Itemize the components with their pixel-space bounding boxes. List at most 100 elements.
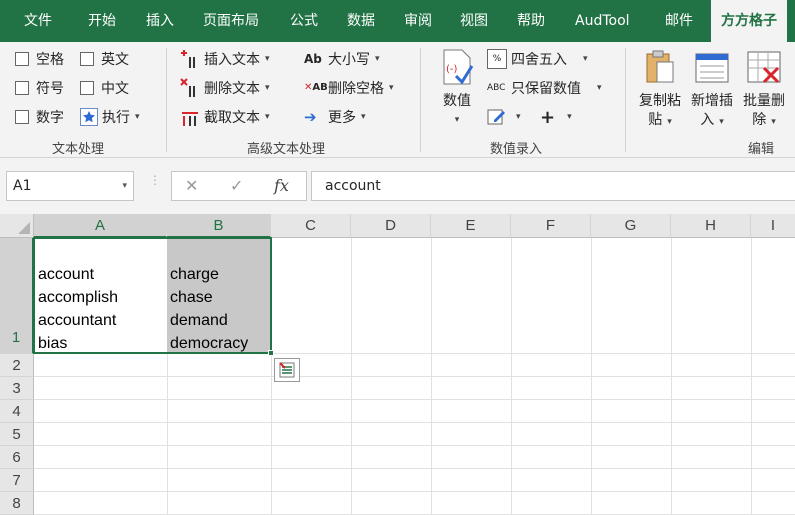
chevron-down-icon[interactable]: ▾ xyxy=(122,172,127,200)
name-box-value: A1 xyxy=(13,178,32,194)
tab-home[interactable]: 开始 xyxy=(88,0,116,42)
keep-numbers-label: 只保留数值 xyxy=(511,81,581,97)
execute-button[interactable]: 执行 ▾ xyxy=(80,105,140,129)
case-label: 大小写 xyxy=(328,52,370,68)
batch-delete-icon xyxy=(747,51,781,84)
execute-label: 执行 xyxy=(102,110,130,126)
gridline xyxy=(34,353,795,354)
edit-note-button[interactable]: ▾ xyxy=(487,105,521,129)
chevron-down-icon: ▾ xyxy=(771,117,776,127)
round-icon: % xyxy=(487,49,507,69)
tab-data[interactable]: 数据 xyxy=(347,0,375,42)
chevron-down-icon: ▾ xyxy=(583,54,588,64)
more-button[interactable]: ➔ 更多 ▾ xyxy=(304,105,366,129)
cell-b1-line: chase xyxy=(170,289,213,306)
insert-new-label-2: 入 xyxy=(700,112,715,128)
group-label-text-processing: 文本处理 xyxy=(52,142,105,157)
column-header-i[interactable]: I xyxy=(751,214,795,238)
insert-function-icon[interactable]: fx xyxy=(274,176,289,195)
enter-icon[interactable]: ✓ xyxy=(230,176,243,195)
numeric-value-button[interactable]: (-) 数值 ▾ xyxy=(438,48,476,130)
checkbox-space-label: 空格 xyxy=(36,52,64,68)
tab-review[interactable]: 审阅 xyxy=(404,0,432,42)
row-header-5[interactable]: 5 xyxy=(0,423,34,446)
row-header-2[interactable]: 2 xyxy=(0,354,34,377)
row-header-4[interactable]: 4 xyxy=(0,400,34,423)
name-box[interactable]: A1 ▾ xyxy=(6,171,134,201)
insert-text-button[interactable]: 插入文本 ▾ xyxy=(180,47,270,71)
insert-new-button[interactable]: 新增插 入 ▾ xyxy=(688,48,736,132)
tab-formulas[interactable]: 公式 xyxy=(290,0,318,42)
resize-handle-icon[interactable]: ⋮ xyxy=(149,174,161,186)
delete-spaces-icon: ✕AB xyxy=(304,82,328,93)
column-header-g[interactable]: G xyxy=(591,214,671,238)
insert-rows-icon xyxy=(695,53,729,83)
column-header-c[interactable]: C xyxy=(271,214,351,238)
insert-text-icon xyxy=(180,49,200,69)
copy-paste-button[interactable]: 复制粘 贴 ▾ xyxy=(636,48,684,132)
gridline xyxy=(34,468,795,469)
keep-numbers-button[interactable]: ABC 只保留数值 ▾ xyxy=(487,76,602,100)
checkbox-symbol[interactable]: 符号 xyxy=(15,76,64,100)
tab-page-layout[interactable]: 页面布局 xyxy=(203,0,259,42)
tab-file[interactable]: 文件 xyxy=(24,0,52,42)
row-header-1[interactable]: 1 xyxy=(0,238,34,354)
copy-paste-label-2: 贴 xyxy=(648,112,663,128)
cancel-icon[interactable]: ✕ xyxy=(185,176,198,195)
row-header-7[interactable]: 7 xyxy=(0,469,34,492)
chevron-down-icon: ▾ xyxy=(265,54,270,64)
column-header-a[interactable]: A xyxy=(34,214,167,238)
checkbox-english-label: 英文 xyxy=(101,52,129,68)
tab-audtool[interactable]: AudTool xyxy=(575,0,630,42)
row-header-3[interactable]: 3 xyxy=(0,377,34,400)
column-header-e[interactable]: E xyxy=(431,214,511,238)
abc-icon: ABC xyxy=(487,83,506,93)
numeric-value-icon: (-) xyxy=(443,49,474,85)
checkbox-icon xyxy=(15,81,29,95)
checkbox-english[interactable]: 英文 xyxy=(80,47,129,71)
chevron-down-icon: ▾ xyxy=(597,83,602,93)
add-button[interactable]: + ▾ xyxy=(540,105,572,129)
batch-delete-button[interactable]: 批量删 除 ▾ xyxy=(740,48,788,132)
formula-input[interactable]: account xyxy=(311,171,795,201)
case-ab-icon: Ab xyxy=(304,52,322,66)
tab-fangfang-gezi[interactable]: 方方格子 xyxy=(711,0,787,42)
group-label-advanced-text: 高级文本处理 xyxy=(247,142,326,157)
checkbox-chinese[interactable]: 中文 xyxy=(80,76,129,100)
arrow-right-icon: ➔ xyxy=(304,108,317,126)
cell-b1-line: charge xyxy=(170,266,219,283)
delete-text-button[interactable]: 删除文本 ▾ xyxy=(180,76,270,100)
column-header-f[interactable]: F xyxy=(511,214,591,238)
delete-spaces-button[interactable]: ✕AB 删除空格 ▾ xyxy=(304,76,394,100)
chevron-down-icon: ▾ xyxy=(375,54,380,64)
checkbox-space[interactable]: 空格 xyxy=(15,47,64,71)
row-header-6[interactable]: 6 xyxy=(0,446,34,469)
chevron-down-icon: ▾ xyxy=(265,112,270,122)
column-header-b[interactable]: B xyxy=(167,214,271,238)
row-header-8[interactable]: 8 xyxy=(0,492,34,515)
column-header-d[interactable]: D xyxy=(351,214,431,238)
fill-handle[interactable] xyxy=(268,350,274,356)
select-all-corner[interactable] xyxy=(0,214,34,238)
case-button[interactable]: Ab 大小写 ▾ xyxy=(304,47,380,71)
chevron-down-icon: ▾ xyxy=(389,83,394,93)
delete-text-label: 删除文本 xyxy=(204,81,260,97)
delete-spaces-label: 删除空格 xyxy=(328,81,384,97)
worksheet-grid: A B C D E F G H I 1 2 3 4 5 6 7 8 accoun… xyxy=(0,214,795,515)
quick-analysis-button[interactable] xyxy=(274,358,300,382)
tab-view[interactable]: 视图 xyxy=(460,0,488,42)
checkbox-number[interactable]: 数字 xyxy=(15,105,64,129)
cell-a1[interactable]: account accomplish accountant bias xyxy=(38,263,118,355)
cell-b1[interactable]: charge chase demand democracy xyxy=(170,263,248,355)
column-header-h[interactable]: H xyxy=(671,214,751,238)
insert-text-label: 插入文本 xyxy=(204,52,260,68)
checkbox-icon xyxy=(15,52,29,66)
tab-mail[interactable]: 邮件 xyxy=(665,0,693,42)
edit-icon xyxy=(487,107,507,127)
round-button[interactable]: % 四舍五入 ▾ xyxy=(487,47,588,71)
tab-help[interactable]: 帮助 xyxy=(517,0,545,42)
chevron-down-icon: ▾ xyxy=(667,117,672,127)
tab-insert[interactable]: 插入 xyxy=(146,0,174,42)
chevron-down-icon: ▾ xyxy=(454,115,460,125)
extract-text-button[interactable]: 截取文本 ▾ xyxy=(180,105,270,129)
